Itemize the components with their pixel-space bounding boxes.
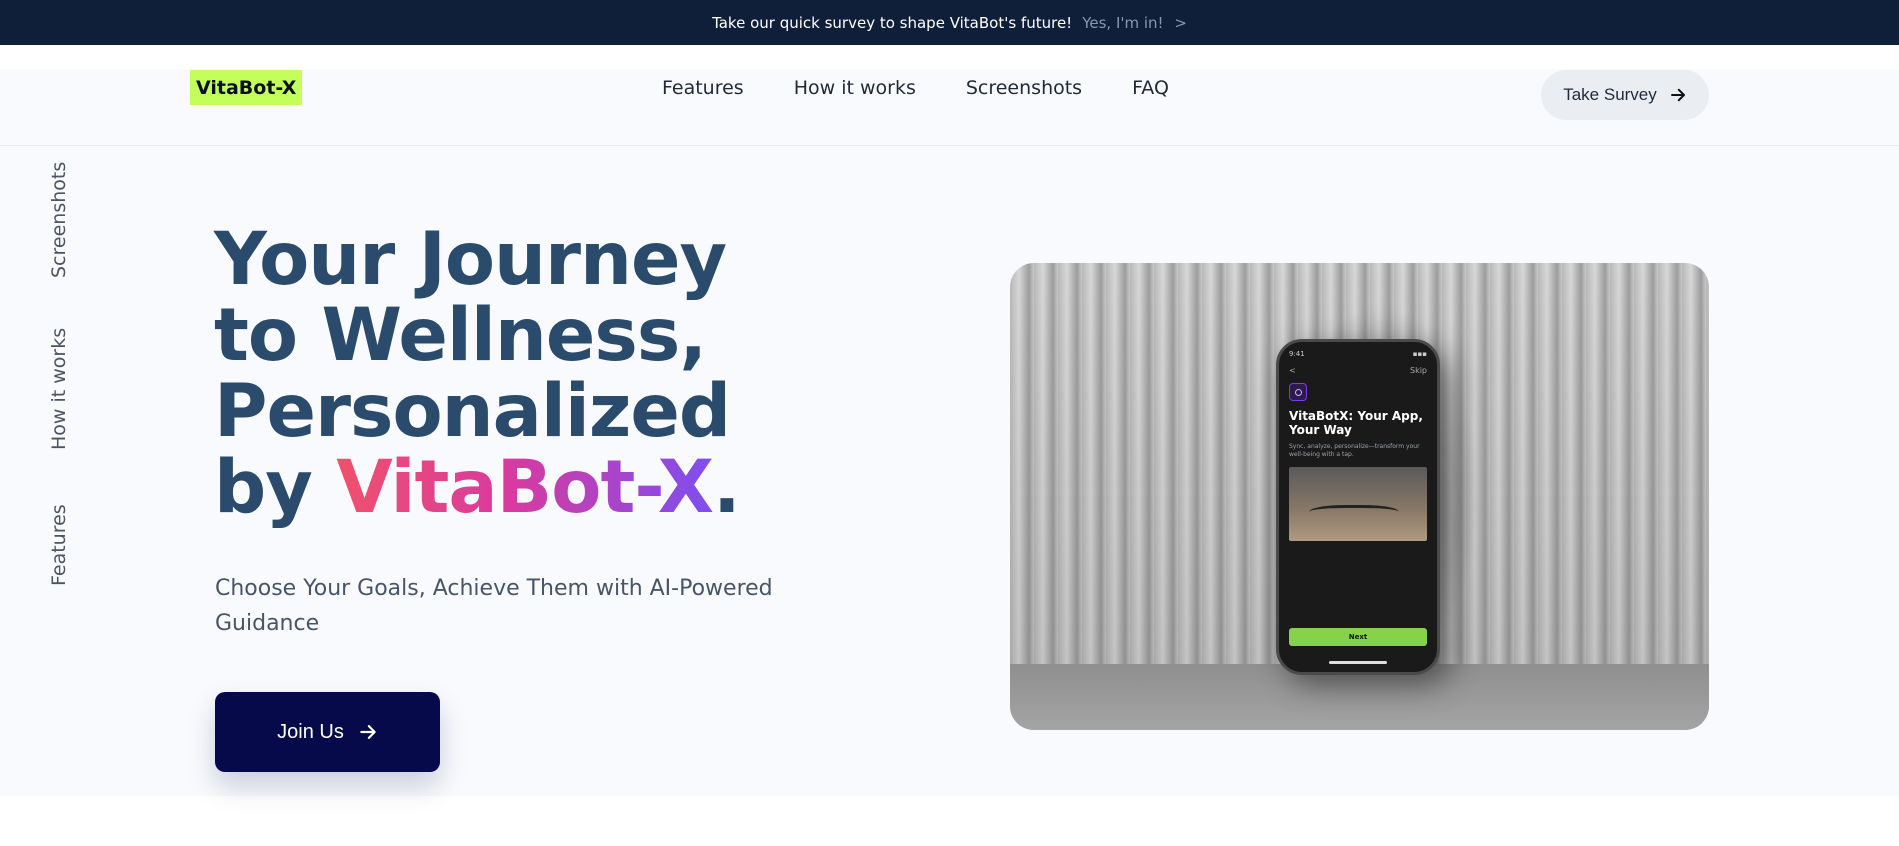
hero-title-brand: VitaBot-X [336, 445, 714, 530]
arrow-right-icon [1670, 88, 1685, 102]
phone-status-bar: 9:41 ▪▪▪ [1289, 350, 1427, 358]
hero-title-dot: . [712, 445, 741, 530]
home-indicator [1329, 661, 1387, 664]
site-header: VitaBot-X Features How it works Screensh… [0, 69, 1899, 146]
side-nav-features[interactable]: Features [48, 504, 70, 586]
logo[interactable]: VitaBot-X [190, 70, 303, 105]
back-icon: < [1289, 366, 1296, 375]
hero-title-line: Personalized [214, 369, 731, 454]
nav-link-screenshots[interactable]: Screenshots [966, 77, 1082, 99]
join-us-button[interactable]: Join Us [215, 692, 440, 772]
hero-title: Your Journey to Wellness, Personalized b… [214, 222, 854, 526]
nav-link-how-it-works[interactable]: How it works [794, 77, 916, 99]
arrow-right-icon [360, 725, 376, 739]
announcement-cta-link[interactable]: Yes, I'm in! > [1082, 14, 1187, 32]
hero-title-line: by VitaBot-X. [214, 450, 854, 526]
hero-section: Screenshots How it works Features Your J… [0, 146, 1899, 796]
nav-link-features[interactable]: Features [662, 77, 744, 99]
side-nav-screenshots[interactable]: Screenshots [48, 162, 70, 278]
take-survey-button[interactable]: Take Survey [1541, 70, 1709, 120]
hero-title-by: by [214, 445, 313, 530]
announcement-message: Take our quick survey to shape VitaBot's… [712, 13, 1073, 32]
phone-time: 9:41 [1289, 350, 1305, 358]
chevron-right-icon: > [1174, 13, 1187, 32]
main-nav: Features How it works Screenshots FAQ [662, 77, 1169, 99]
nav-link-faq[interactable]: FAQ [1132, 77, 1169, 99]
phone-subtitle: Sync, analyze, personalize—transform you… [1289, 443, 1420, 458]
phone-title: VitaBotX: Your App, Your Way [1289, 409, 1423, 437]
hero-title-line: Your Journey [214, 217, 727, 302]
hero-image: 9:41 ▪▪▪ < Skip VitaBotX: Your App, Your… [1010, 263, 1709, 730]
announcement-cta-label: Yes, I'm in! [1082, 13, 1164, 32]
join-us-label: Join Us [277, 720, 344, 743]
side-nav-how-it-works[interactable]: How it works [48, 328, 70, 450]
announcement-bar: Take our quick survey to shape VitaBot's… [0, 0, 1899, 45]
phone-skip: Skip [1409, 366, 1427, 375]
hero-subtitle: Choose Your Goals, Achieve Them with AI-… [215, 576, 773, 636]
signal-icon: ▪▪▪ [1412, 350, 1427, 358]
phone-top-row: < Skip [1289, 366, 1427, 375]
take-survey-label: Take Survey [1563, 85, 1657, 104]
phone-next-button: Next [1289, 628, 1427, 646]
hero-title-line: to Wellness, [214, 293, 707, 378]
phone-mockup: 9:41 ▪▪▪ < Skip VitaBotX: Your App, Your… [1276, 339, 1440, 675]
app-icon [1289, 383, 1307, 401]
phone-image [1289, 467, 1427, 541]
